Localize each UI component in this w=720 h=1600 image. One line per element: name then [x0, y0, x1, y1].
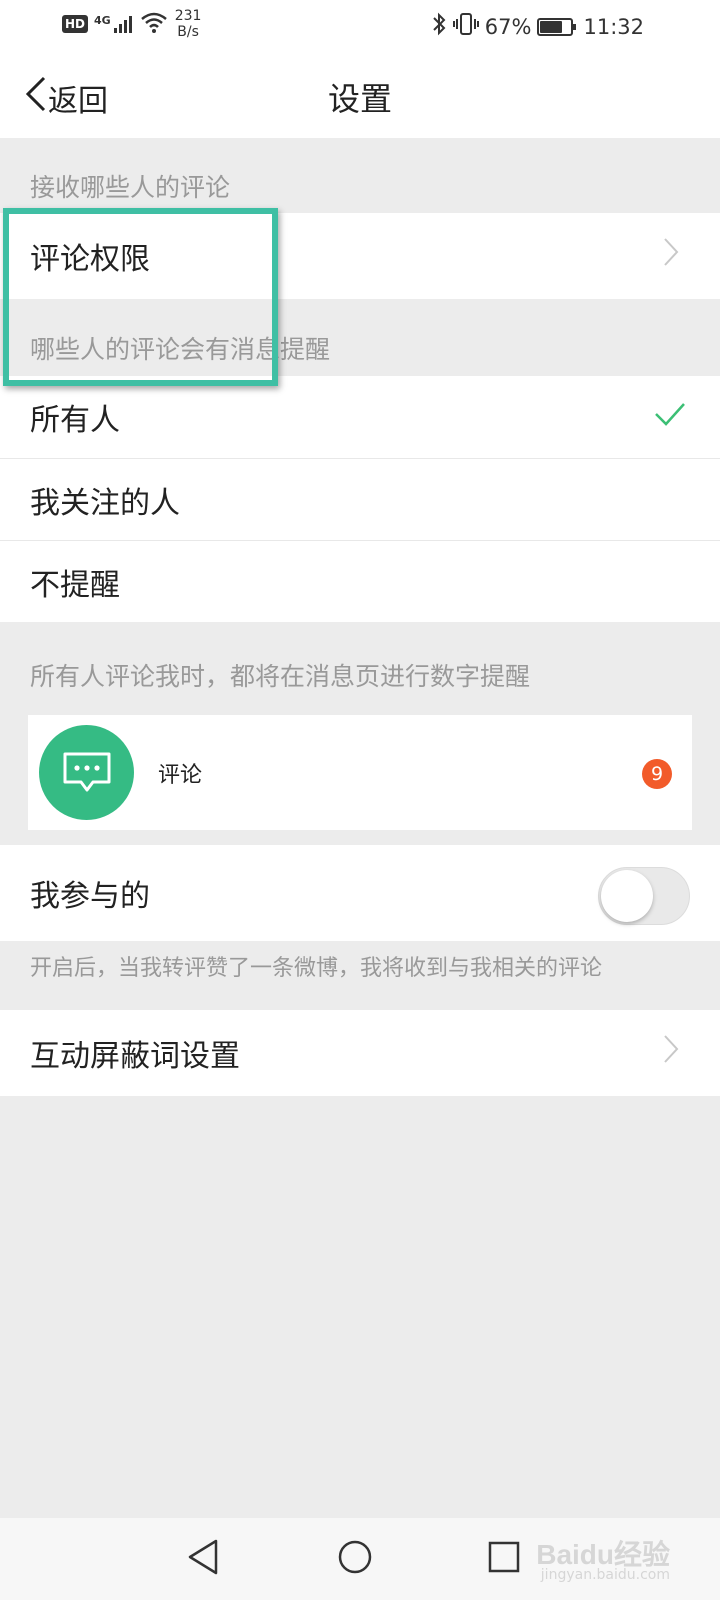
- participated-hint: 开启后，当我转评赞了一条微博，我将收到与我相关的评论: [30, 956, 603, 981]
- status-right: 67% 11:32: [431, 12, 644, 41]
- battery-percent: 67%: [484, 14, 532, 39]
- option-everyone[interactable]: 所有人: [0, 376, 720, 458]
- network-label: 4G: [94, 14, 111, 27]
- bluetooth-icon: [431, 12, 447, 41]
- battery-fill: [540, 20, 562, 33]
- signal-icon: 4G: [94, 14, 133, 34]
- block-words-row[interactable]: 互动屏蔽词设置: [0, 1010, 720, 1096]
- participated-row: 我参与的: [0, 845, 720, 941]
- network-speed-unit: B/s: [177, 24, 199, 40]
- option-everyone-label: 所有人: [30, 403, 120, 438]
- circle-home-icon[interactable]: [336, 1538, 374, 1580]
- nav-bar: 返回 设置: [0, 52, 720, 138]
- receive-caption: 接收哪些人的评论: [30, 173, 231, 202]
- notification-preview-card: 评论 9: [28, 715, 692, 830]
- status-left: HD 4G 231 B/s: [62, 8, 201, 40]
- baidu-watermark-url: jingyan.baidu.com: [540, 1567, 670, 1583]
- comment-permission-row[interactable]: 评论权限: [0, 213, 720, 299]
- hd-badge: HD: [62, 15, 89, 33]
- triangle-back-icon[interactable]: [186, 1538, 220, 1580]
- battery-icon: [537, 17, 577, 36]
- chevron-right-icon: [662, 236, 680, 276]
- preview-label: 评论: [158, 763, 203, 788]
- page-title: 设置: [327, 80, 392, 118]
- check-icon: [654, 400, 686, 435]
- comment-bubble-icon: [39, 725, 134, 820]
- vibrate-icon: [452, 12, 479, 41]
- toggle-knob: [601, 870, 653, 922]
- notify-caption: 哪些人的评论会有消息提醒: [30, 335, 331, 364]
- clock: 11:32: [583, 14, 644, 39]
- comment-permission-label: 评论权限: [30, 242, 150, 277]
- wifi-icon: [139, 10, 169, 39]
- option-following-label: 我关注的人: [30, 485, 180, 521]
- square-recent-icon[interactable]: [486, 1538, 522, 1580]
- participated-label: 我参与的: [30, 879, 150, 914]
- option-following[interactable]: 我关注的人: [0, 459, 720, 540]
- chevron-right-icon: [662, 1033, 680, 1073]
- unread-count-badge: 9: [642, 759, 672, 789]
- option-none[interactable]: 不提醒: [0, 541, 720, 622]
- preview-caption: 所有人评论我时，都将在消息页进行数字提醒: [30, 662, 531, 691]
- network-speed: 231 B/s: [175, 8, 202, 40]
- network-speed-value: 231: [174, 8, 202, 24]
- status-bar: HD 4G 231 B/s 67% 11:32: [0, 0, 720, 52]
- option-none-label: 不提醒: [30, 567, 120, 603]
- participated-toggle[interactable]: [598, 867, 690, 925]
- block-words-label: 互动屏蔽词设置: [30, 1039, 240, 1074]
